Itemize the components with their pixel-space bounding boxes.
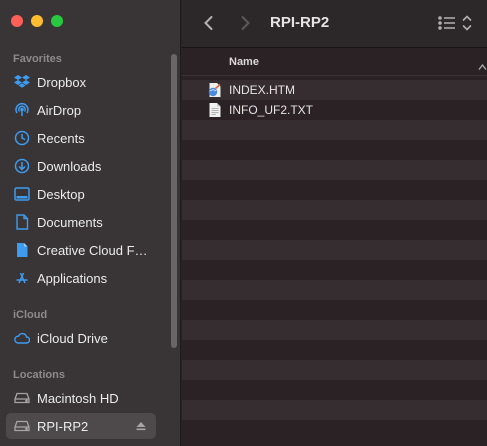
- empty-row: [182, 380, 487, 400]
- empty-row: [182, 360, 487, 380]
- disk-icon: [14, 390, 30, 406]
- sort-ascending-icon[interactable]: [478, 58, 487, 70]
- empty-row: [182, 220, 487, 240]
- empty-row: [182, 320, 487, 340]
- empty-row: [182, 240, 487, 260]
- sidebar-item-label: AirDrop: [37, 102, 82, 118]
- sidebar-item-documents[interactable]: Documents: [6, 209, 156, 235]
- downloads-icon: [14, 158, 30, 174]
- icloud-icon: [14, 330, 30, 346]
- icloud-section-label: iCloud: [13, 309, 48, 321]
- sidebar-item-dropbox[interactable]: Dropbox: [6, 69, 156, 95]
- window-title: RPI-RP2: [270, 14, 330, 31]
- sidebar-item-label: Documents: [37, 214, 103, 230]
- empty-row: [182, 420, 487, 440]
- zoom-window-button[interactable]: [51, 15, 63, 27]
- sidebar-item-icloud-drive[interactable]: iCloud Drive: [6, 325, 156, 351]
- sidebar-item-applications[interactable]: Applications: [6, 265, 156, 291]
- file-row-info-uf2-txt[interactable]: INFO_UF2.TXT: [182, 100, 487, 120]
- sidebar-item-macintosh-hd[interactable]: Macintosh HD: [6, 385, 156, 411]
- empty-row: [182, 160, 487, 180]
- empty-row: [182, 140, 487, 160]
- empty-row: [182, 260, 487, 280]
- sidebar-item-recents[interactable]: Recents: [6, 125, 156, 151]
- window-controls: [11, 15, 63, 27]
- close-window-button[interactable]: [11, 15, 23, 27]
- empty-row: [182, 340, 487, 360]
- column-header-name[interactable]: Name: [229, 56, 259, 68]
- sidebar-item-label: RPI-RP2: [37, 418, 89, 434]
- sidebar-item-downloads[interactable]: Downloads: [6, 153, 156, 179]
- empty-row: [182, 120, 487, 140]
- column-header: Name: [182, 49, 487, 76]
- empty-row: [182, 400, 487, 420]
- forward-button[interactable]: [236, 14, 254, 32]
- sidebar-item-desktop[interactable]: Desktop: [6, 181, 156, 207]
- favorites-section-label: Favorites: [13, 53, 62, 65]
- applications-icon: [14, 270, 30, 286]
- sidebar-item-label: Creative Cloud F…: [37, 242, 148, 258]
- disk-icon: [14, 418, 30, 434]
- sidebar-item-label: Desktop: [37, 186, 85, 202]
- sidebar-item-label: Downloads: [37, 158, 102, 174]
- text-file-icon: [208, 102, 222, 118]
- sidebar-item-label: Recents: [37, 130, 85, 146]
- creative-cloud-files-icon: [14, 242, 30, 258]
- empty-row: [182, 180, 487, 200]
- locations-section-label: Locations: [13, 369, 65, 381]
- eject-icon[interactable]: [135, 420, 147, 432]
- list-view-icon[interactable]: [437, 14, 457, 32]
- empty-row: [182, 280, 487, 300]
- file-row-index-htm[interactable]: INDEX.HTM: [182, 80, 487, 100]
- airdrop-icon: [14, 102, 30, 118]
- empty-row: [182, 200, 487, 220]
- toolbar: RPI-RP2: [182, 0, 487, 48]
- recents-icon: [14, 130, 30, 146]
- back-button[interactable]: [200, 14, 218, 32]
- html-file-icon: [208, 82, 222, 98]
- file-name: INDEX.HTM: [229, 83, 295, 97]
- sidebar-item-label: Dropbox: [37, 74, 87, 90]
- sidebar-item-label: iCloud Drive: [37, 330, 108, 346]
- file-name: INFO_UF2.TXT: [229, 103, 314, 117]
- sidebar-item-rpi-rp2[interactable]: RPI-RP2: [6, 413, 156, 439]
- file-list: INDEX.HTM INFO_UF2.TXT: [182, 80, 487, 446]
- sidebar-item-creative-cloud-files[interactable]: Creative Cloud F…: [6, 237, 156, 263]
- sidebar: Favorites Dropbox AirDrop Recents Downlo…: [0, 0, 181, 446]
- view-options-chevron-icon[interactable]: [461, 13, 473, 33]
- documents-icon: [14, 214, 30, 230]
- dropbox-icon: [14, 74, 30, 90]
- sidebar-item-airdrop[interactable]: AirDrop: [6, 97, 156, 123]
- desktop-icon: [14, 186, 30, 202]
- content-pane: RPI-RP2 Name INDEX.HTM INFO_UF2.TXT: [182, 0, 487, 446]
- sidebar-scrollbar[interactable]: [171, 54, 177, 348]
- finder-window: Favorites Dropbox AirDrop Recents Downlo…: [0, 0, 487, 446]
- sidebar-item-label: Macintosh HD: [37, 390, 119, 406]
- sidebar-item-label: Applications: [37, 270, 108, 286]
- minimize-window-button[interactable]: [31, 15, 43, 27]
- empty-row: [182, 300, 487, 320]
